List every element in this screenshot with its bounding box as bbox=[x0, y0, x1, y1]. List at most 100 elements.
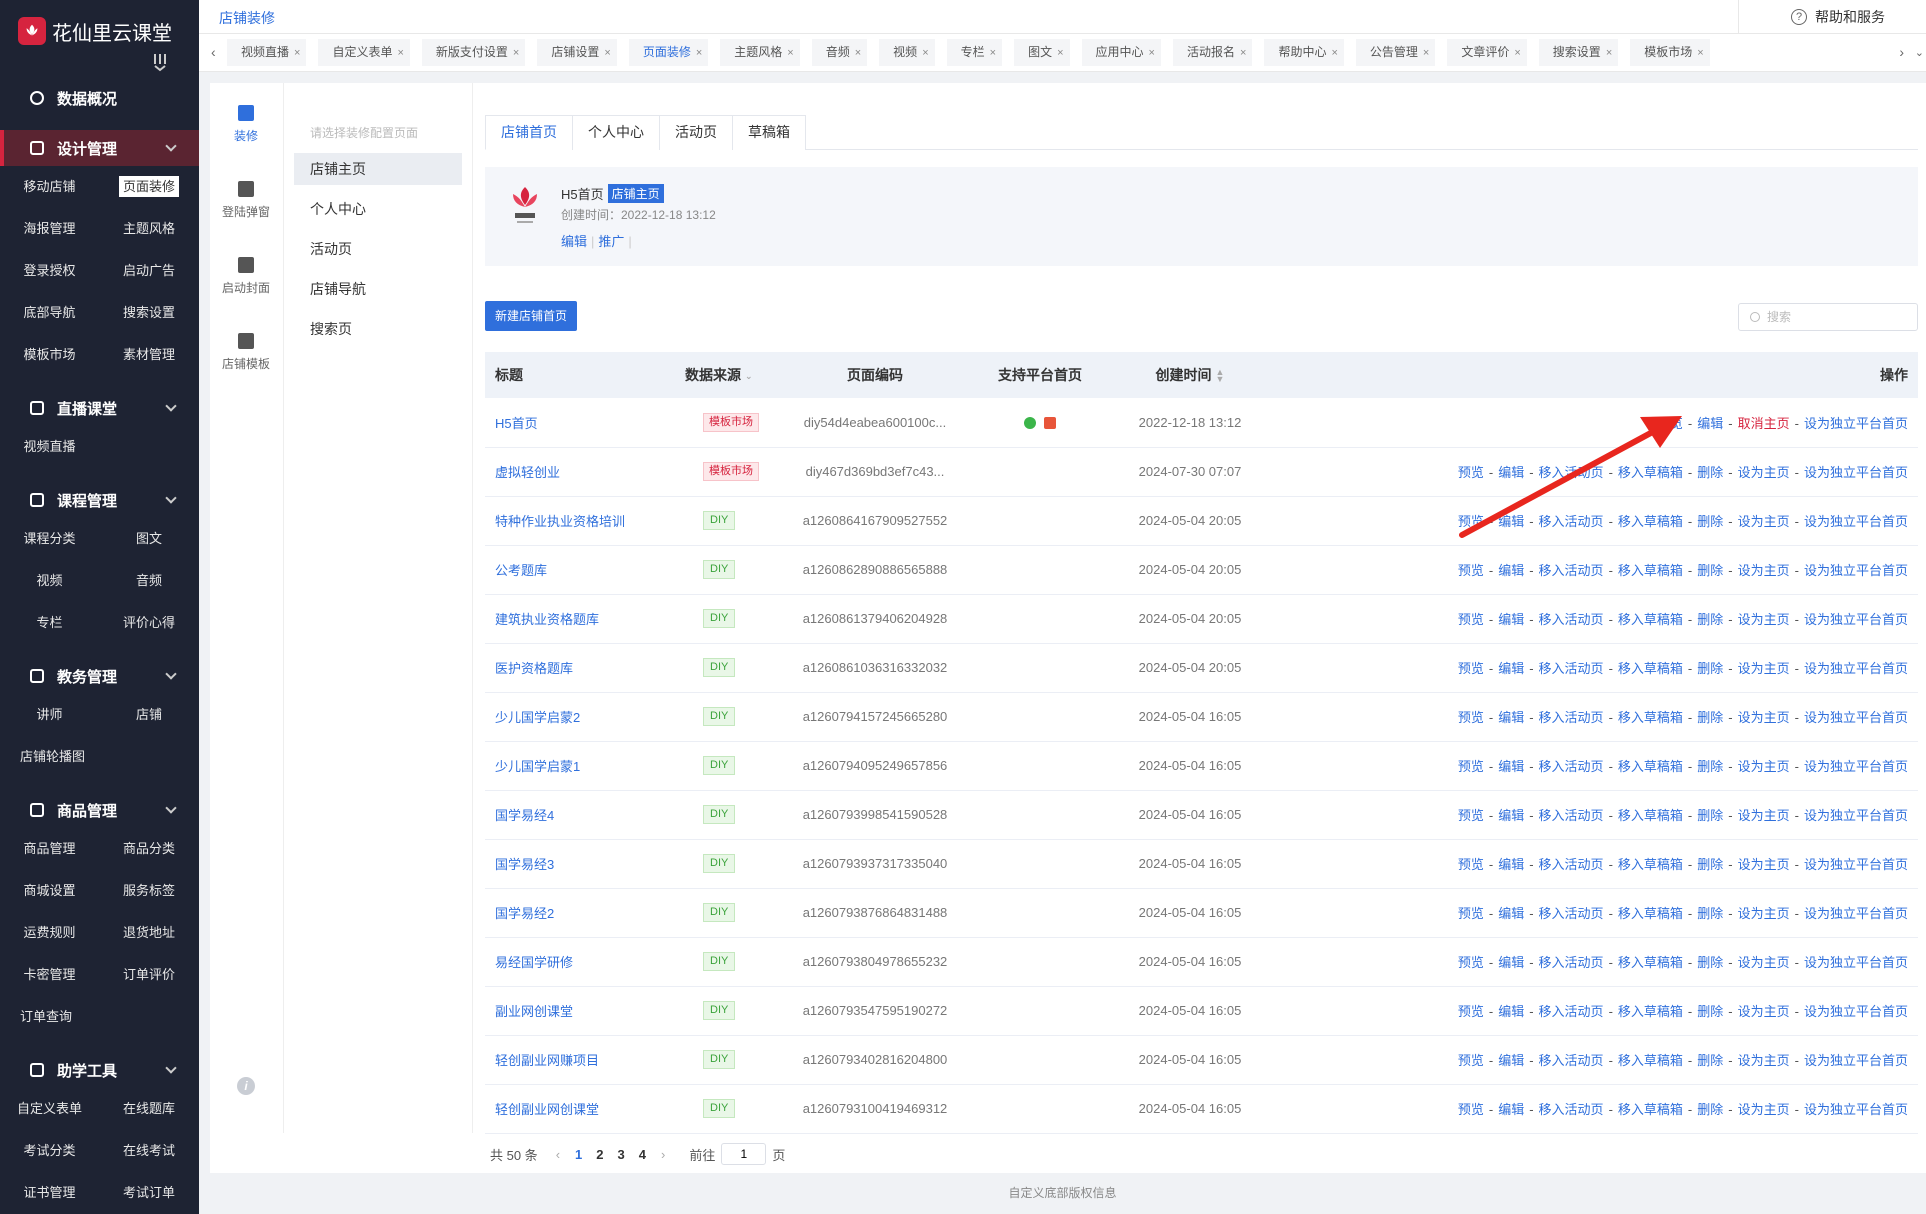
pager-next-icon[interactable]: › bbox=[661, 1147, 665, 1162]
row-action-link[interactable]: 移入草稿箱 bbox=[1618, 808, 1683, 823]
tab-item[interactable]: 页面装修 × bbox=[628, 39, 709, 66]
search-input[interactable]: 搜索 bbox=[1738, 303, 1918, 331]
row-action-link[interactable]: 移入活动页 bbox=[1539, 1004, 1604, 1019]
app-logo[interactable]: 花仙里云课堂 bbox=[0, 0, 199, 62]
row-title[interactable]: 少儿国学启蒙1 bbox=[485, 741, 675, 791]
row-action-link[interactable]: 设为主页 bbox=[1738, 1102, 1790, 1117]
sidebar-item[interactable]: 自定义表单 bbox=[0, 1088, 99, 1130]
row-action-link[interactable]: 移入活动页 bbox=[1539, 857, 1604, 872]
row-title[interactable]: 特种作业执业资格培训 bbox=[485, 496, 675, 546]
pager-goto-input[interactable] bbox=[721, 1143, 767, 1165]
row-action-link[interactable]: 预览 bbox=[1458, 1102, 1484, 1117]
sidebar-item[interactable]: 证书管理 bbox=[0, 1172, 99, 1214]
row-action-link[interactable]: 删除 bbox=[1697, 1004, 1723, 1019]
row-action-link[interactable]: 编辑 bbox=[1498, 1004, 1524, 1019]
menu-head[interactable]: 助学工具 bbox=[0, 1052, 199, 1088]
sidebar-item[interactable]: 主题风格 bbox=[99, 208, 199, 250]
row-action-link[interactable]: 编辑 bbox=[1498, 710, 1524, 725]
row-action-link[interactable]: 设为主页 bbox=[1738, 514, 1790, 529]
row-action-link[interactable]: 设为独立平台首页 bbox=[1804, 1053, 1908, 1068]
menu-head[interactable]: 课程管理 bbox=[0, 482, 199, 518]
row-action-link[interactable]: 编辑 bbox=[1498, 563, 1524, 578]
tabs-menu-chevron-icon[interactable]: ⌄ bbox=[1915, 46, 1924, 59]
sidebar-item[interactable]: 页面装修 bbox=[99, 166, 199, 208]
tab-item[interactable]: 活动报名 × bbox=[1172, 39, 1253, 66]
row-action-link[interactable]: 编辑 bbox=[1498, 1102, 1524, 1117]
close-icon[interactable]: × bbox=[696, 47, 702, 59]
tab-item[interactable]: 视频直播 × bbox=[227, 39, 307, 66]
row-action-link[interactable]: 设为主页 bbox=[1738, 857, 1790, 872]
col-created[interactable]: 创建时间 ▲ ▼ bbox=[1105, 352, 1275, 398]
row-action-link[interactable]: 移入活动页 bbox=[1539, 465, 1604, 480]
card-edit-link[interactable]: 编辑 bbox=[561, 234, 587, 249]
row-action-link[interactable]: 设为主页 bbox=[1738, 465, 1790, 480]
sort-icon[interactable]: ▲ ▼ bbox=[1216, 368, 1225, 384]
tab-item[interactable]: 视频 × bbox=[879, 39, 935, 66]
tab-item[interactable]: 公告管理 × bbox=[1355, 39, 1436, 66]
subnav-item-search[interactable]: 搜索页 bbox=[294, 313, 462, 345]
row-action-link[interactable]: 设为独立平台首页 bbox=[1804, 514, 1908, 529]
row-action-link[interactable]: 设为独立平台首页 bbox=[1804, 416, 1908, 431]
sidebar-item[interactable]: 订单评价 bbox=[99, 954, 199, 996]
pager-page-2[interactable]: 2 bbox=[596, 1147, 603, 1162]
row-action-link[interactable]: 移入草稿箱 bbox=[1618, 1053, 1683, 1068]
close-icon[interactable]: × bbox=[1057, 47, 1063, 59]
tab-item[interactable]: 音频 × bbox=[811, 39, 868, 66]
new-store-home-button[interactable]: 新建店铺首页 bbox=[485, 301, 578, 331]
row-title[interactable]: 国学易经2 bbox=[485, 888, 675, 938]
row-title[interactable]: 副业网创课堂 bbox=[485, 986, 675, 1036]
tab-drafts[interactable]: 草稿箱 bbox=[732, 115, 806, 150]
close-icon[interactable]: × bbox=[990, 47, 996, 59]
row-action-link[interactable]: 编辑 bbox=[1498, 661, 1524, 676]
row-action-link[interactable]: 设为独立平台首页 bbox=[1804, 906, 1908, 921]
row-action-link[interactable]: 移入活动页 bbox=[1539, 661, 1604, 676]
close-icon[interactable]: × bbox=[1240, 47, 1246, 59]
sidebar-item[interactable]: 考试分类 bbox=[0, 1130, 99, 1172]
row-action-link[interactable]: 编辑 bbox=[1498, 514, 1524, 529]
menu-head[interactable]: 直播课堂 bbox=[0, 390, 199, 426]
row-action-link[interactable]: 移入草稿箱 bbox=[1618, 710, 1683, 725]
row-action-link[interactable]: 移入活动页 bbox=[1539, 808, 1604, 823]
pager-prev-icon[interactable]: ‹ bbox=[556, 1147, 560, 1162]
nav-login-popup[interactable]: 登陆弹窗 bbox=[210, 181, 282, 235]
row-action-link[interactable]: 预览 bbox=[1458, 563, 1484, 578]
nav-decorate[interactable]: 装修 bbox=[210, 105, 282, 159]
row-action-link[interactable]: 设为主页 bbox=[1738, 710, 1790, 725]
row-action-link[interactable]: 设为独立平台首页 bbox=[1804, 808, 1908, 823]
tab-profile[interactable]: 个人中心 bbox=[572, 115, 659, 150]
sidebar-item[interactable]: 移动店铺 bbox=[0, 166, 99, 208]
row-action-link[interactable]: 移入草稿箱 bbox=[1618, 955, 1683, 970]
row-action-link[interactable]: 移入活动页 bbox=[1539, 514, 1604, 529]
subnav-item-activity[interactable]: 活动页 bbox=[294, 233, 462, 265]
info-icon[interactable]: i bbox=[237, 1077, 255, 1095]
pager-page-4[interactable]: 4 bbox=[639, 1147, 646, 1162]
tab-item[interactable]: 图文 × bbox=[1014, 39, 1070, 66]
sidebar-item[interactable]: 图文 bbox=[99, 518, 199, 560]
close-icon[interactable]: × bbox=[604, 47, 610, 59]
row-title[interactable]: H5首页 bbox=[485, 398, 675, 448]
row-action-link[interactable]: 编辑 bbox=[1498, 759, 1524, 774]
row-action-link[interactable]: 设为独立平台首页 bbox=[1804, 1102, 1908, 1117]
sidebar-item[interactable]: 在线考试 bbox=[99, 1130, 199, 1172]
tab-store-home[interactable]: 店铺首页 bbox=[485, 115, 572, 150]
sidebar-item[interactable]: 评价心得 bbox=[99, 602, 199, 644]
subnav-item-store-home[interactable]: 店铺主页 bbox=[294, 153, 462, 185]
row-action-link[interactable]: 设为主页 bbox=[1738, 612, 1790, 627]
row-action-link[interactable]: 删除 bbox=[1697, 857, 1723, 872]
tab-item[interactable]: 应用中心 × bbox=[1081, 39, 1161, 66]
row-action-link[interactable]: 预览 bbox=[1458, 857, 1484, 872]
row-action-link[interactable]: 移入草稿箱 bbox=[1618, 857, 1683, 872]
row-action-link[interactable]: 设为独立平台首页 bbox=[1804, 759, 1908, 774]
menu-head[interactable]: 数据概况 bbox=[0, 80, 199, 116]
sidebar-item[interactable]: 订单查询 bbox=[0, 996, 199, 1038]
row-action-link[interactable]: 删除 bbox=[1697, 906, 1723, 921]
sidebar-item[interactable]: 视频 bbox=[0, 560, 99, 602]
subnav-item-profile[interactable]: 个人中心 bbox=[294, 193, 462, 225]
row-action-link[interactable]: 设为独立平台首页 bbox=[1804, 612, 1908, 627]
row-action-link[interactable]: 预览 bbox=[1458, 1053, 1484, 1068]
row-action-link[interactable]: 移入草稿箱 bbox=[1618, 759, 1683, 774]
sidebar-item[interactable]: 店铺轮播图 bbox=[0, 736, 199, 778]
tabs-prev-icon[interactable]: ‹ bbox=[211, 44, 216, 60]
row-action-link[interactable]: 设为主页 bbox=[1738, 1053, 1790, 1068]
row-action-link[interactable]: 删除 bbox=[1697, 759, 1723, 774]
